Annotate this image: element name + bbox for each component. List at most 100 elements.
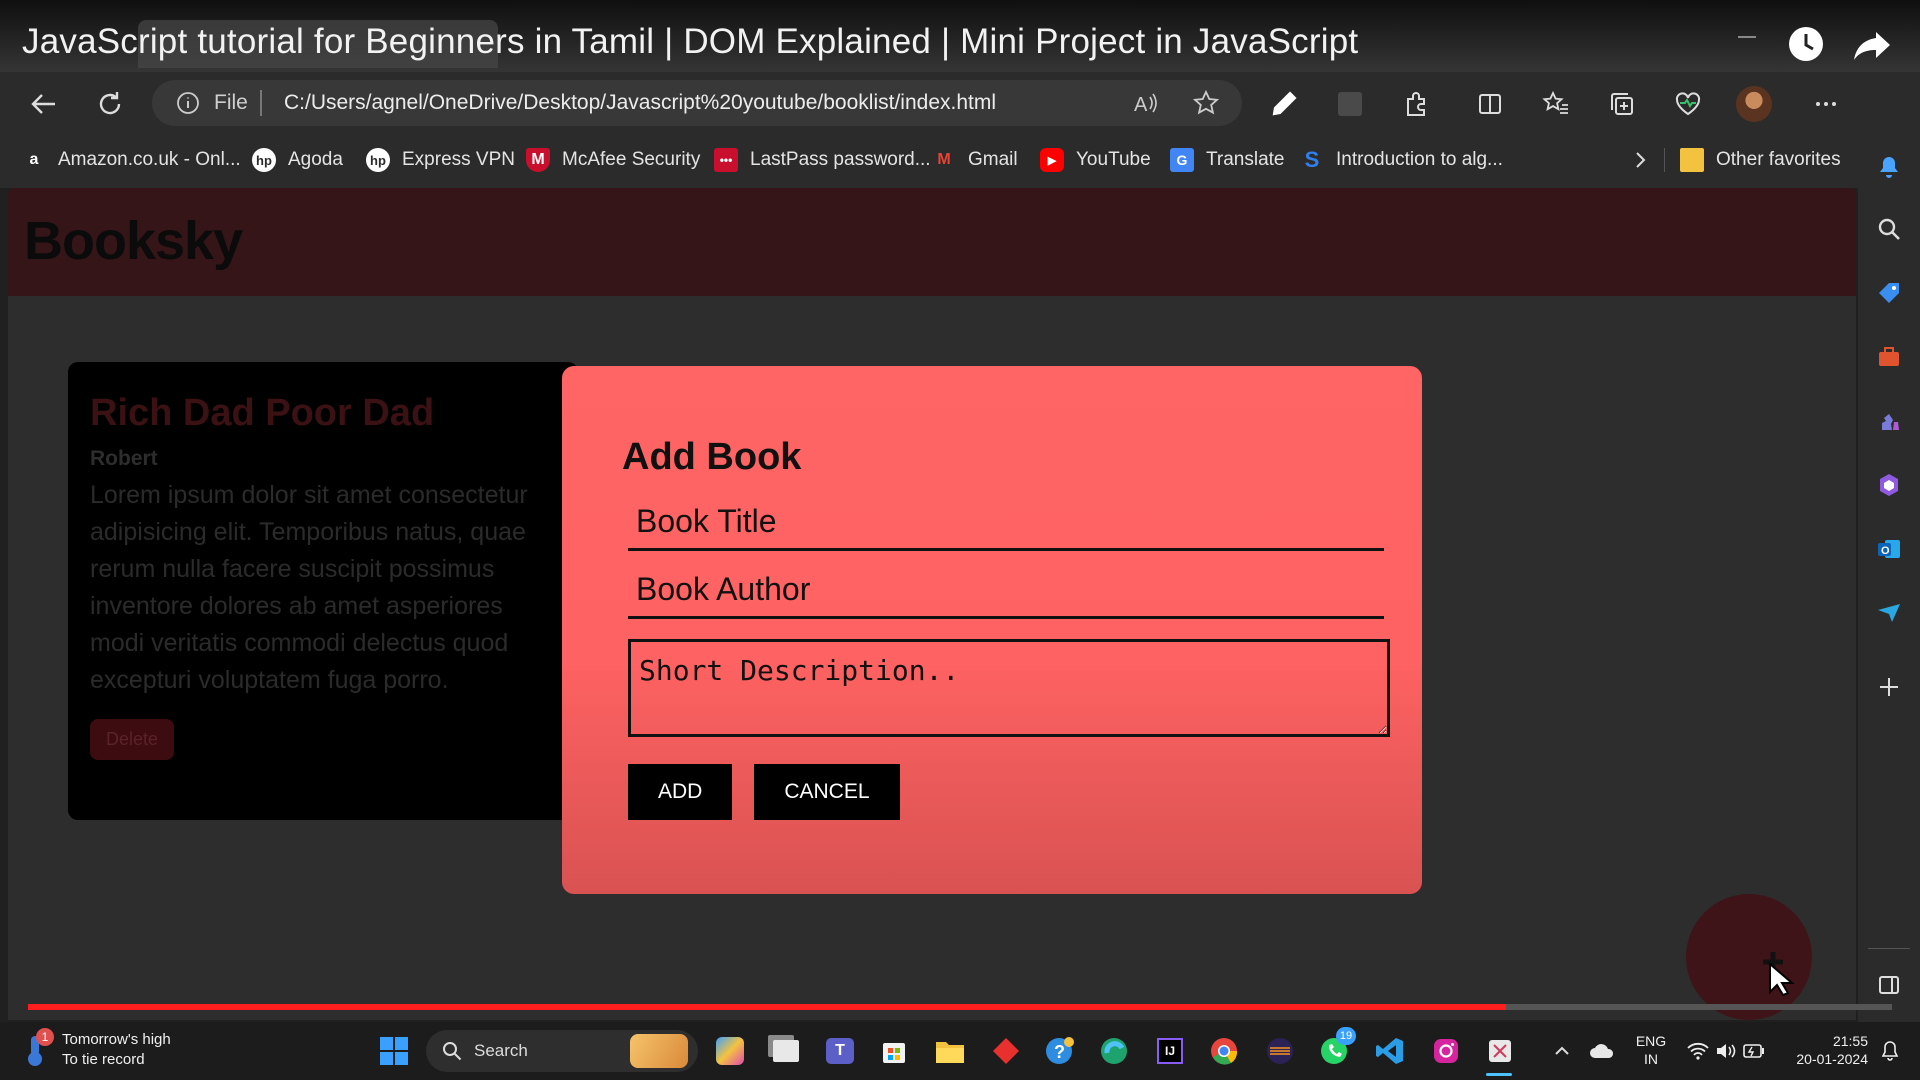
weather-line-1: Tomorrow's high (62, 1031, 171, 1048)
microsoft-store-icon[interactable] (876, 1033, 912, 1069)
back-icon[interactable] (22, 82, 66, 126)
bookmark-amazon[interactable]: a Amazon.co.uk - Onl... (22, 146, 241, 174)
language-code: ENG (1635, 1033, 1667, 1049)
bookmark-express-vpn[interactable]: hp Express VPN (366, 146, 515, 174)
notification-bell-icon[interactable] (1872, 1033, 1908, 1069)
site-logo: Booksky (24, 211, 243, 271)
refresh-icon[interactable] (88, 82, 132, 126)
whatsapp-icon[interactable]: 19 (1316, 1027, 1356, 1069)
more-options-icon[interactable] (1804, 82, 1848, 126)
bookmark-label: Translate (1206, 149, 1285, 170)
bookmarks-divider (1664, 148, 1665, 172)
help-icon[interactable]: ? (1042, 1033, 1078, 1069)
file-explorer-icon[interactable] (932, 1033, 968, 1069)
svg-text:?: ? (1054, 1042, 1065, 1062)
onedrive-icon[interactable] (1584, 1033, 1620, 1069)
extension-disabled-icon[interactable] (1328, 82, 1372, 126)
notifications-bell-icon[interactable] (1870, 148, 1908, 186)
tray-overflow-chevron-icon[interactable] (1544, 1033, 1580, 1069)
bookmark-youtube[interactable]: ▶ YouTube (1040, 146, 1151, 174)
snipping-tool-icon[interactable] (1482, 1033, 1518, 1069)
task-view-icon[interactable] (768, 1033, 804, 1069)
bookmark-introduction-to-alg[interactable]: S Introduction to alg... (1300, 146, 1503, 174)
book-author-input[interactable] (628, 563, 1384, 619)
hp-icon: hp (366, 148, 390, 172)
language-region: IN (1644, 1051, 1658, 1067)
bookmark-label: Agoda (288, 149, 343, 170)
read-aloud-icon[interactable]: A (1132, 89, 1160, 117)
short-description-textarea[interactable] (628, 639, 1390, 737)
bookmarks-overflow-chevron-icon[interactable] (1630, 146, 1650, 174)
drop-send-icon[interactable] (1870, 594, 1908, 632)
address-scheme: File (214, 91, 248, 114)
shopping-tag-icon[interactable] (1870, 274, 1908, 312)
book-description: Lorem ipsum dolor sit amet consectetur a… (90, 481, 528, 694)
bookmark-translate[interactable]: G Translate (1170, 146, 1285, 174)
minimize-icon[interactable] (1738, 36, 1756, 38)
active-app-indicator (1486, 1073, 1512, 1076)
battery-icon[interactable] (1736, 1033, 1772, 1069)
whatsapp-badge: 19 (1336, 1027, 1356, 1045)
copilot-pre-icon[interactable] (712, 1033, 748, 1069)
mouse-cursor-icon (1763, 952, 1795, 996)
add-sidebar-app-icon[interactable] (1870, 668, 1908, 706)
intellij-icon[interactable]: IJ (1152, 1033, 1188, 1069)
search-label: Search (474, 1041, 528, 1060)
edge-browser-icon[interactable] (1096, 1033, 1132, 1069)
clock-time: 21:55 (1832, 1033, 1868, 1049)
windows-start-icon[interactable] (376, 1033, 412, 1069)
eclipse-icon[interactable] (1262, 1033, 1298, 1069)
collections-icon[interactable] (1600, 82, 1644, 126)
other-favorites-folder[interactable]: Other favorites (1680, 146, 1841, 174)
svg-text:A: A (1134, 94, 1148, 116)
app-red-diamond-icon[interactable] (988, 1033, 1024, 1069)
delete-button[interactable]: Delete (90, 719, 175, 760)
info-icon[interactable] (176, 91, 200, 115)
outlook-icon[interactable]: O (1870, 530, 1908, 568)
tools-briefcase-icon[interactable] (1870, 338, 1908, 376)
vscode-icon[interactable] (1372, 1033, 1408, 1069)
modal-actions: ADD CANCEL (628, 764, 1362, 820)
extensions-icon[interactable] (1394, 82, 1438, 126)
weather-widget[interactable]: 1 Tomorrow's high To tie record (22, 1028, 171, 1070)
bookmarks-bar: a Amazon.co.uk - Onl... hp Agoda hp Express… (0, 138, 1860, 180)
bookmark-lastpass[interactable]: ••• LastPass password... (714, 146, 931, 174)
search-icon[interactable] (1870, 210, 1908, 248)
bookmark-label: Gmail (968, 149, 1018, 170)
browser-chrome: JavaScript tutorial for Beginners in Tam… (0, 0, 1920, 188)
browser-toolbar: File C:/Users/agnel/OneDrive/Desktop/Jav… (0, 72, 1920, 134)
profile-avatar[interactable] (1732, 82, 1776, 126)
windows-taskbar: 1 Tomorrow's high To tie record Search T… (0, 1022, 1920, 1080)
eyedropper-icon[interactable] (1262, 82, 1306, 126)
games-chess-icon[interactable] (1870, 402, 1908, 440)
bookmark-label: LastPass password... (750, 149, 931, 170)
favorites-icon[interactable] (1534, 82, 1578, 126)
clock[interactable]: 21:55 20-01-2024 (1778, 1032, 1868, 1068)
clock-date: 20-01-2024 (1796, 1051, 1868, 1067)
book-author: Robert (90, 447, 158, 470)
bookmark-gmail[interactable]: M Gmail (932, 146, 1018, 174)
chrome-icon[interactable] (1206, 1033, 1242, 1069)
s-icon: S (1304, 147, 1320, 172)
search-highlight-icon (630, 1034, 688, 1068)
taskbar-search[interactable]: Search (426, 1030, 698, 1072)
microsoft-365-icon[interactable] (1870, 466, 1908, 504)
bookmark-mcafee[interactable]: M McAfee Security (526, 146, 700, 174)
add-button[interactable]: ADD (628, 764, 733, 820)
translate-icon: G (1170, 148, 1194, 172)
address-url[interactable]: C:/Users/agnel/OneDrive/Desktop/Javascri… (284, 91, 996, 115)
browser-essentials-icon[interactable] (1666, 82, 1710, 126)
split-screen-icon[interactable] (1468, 82, 1512, 126)
video-progress-played (28, 1004, 1506, 1010)
language-indicator[interactable]: ENG IN (1626, 1032, 1676, 1068)
bookmark-agoda[interactable]: hp Agoda (252, 146, 343, 174)
address-bar[interactable]: File C:/Users/agnel/OneDrive/Desktop/Jav… (152, 80, 1242, 126)
watch-later-icon[interactable] (1786, 24, 1826, 64)
hide-sidebar-icon[interactable] (1870, 966, 1908, 1004)
teams-icon[interactable]: T (822, 1033, 858, 1069)
cancel-button[interactable]: CANCEL (754, 764, 900, 820)
instagram-icon[interactable] (1428, 1033, 1464, 1069)
book-title-input[interactable] (628, 495, 1384, 551)
share-icon[interactable] (1852, 24, 1892, 64)
favorite-star-icon[interactable] (1192, 89, 1220, 117)
